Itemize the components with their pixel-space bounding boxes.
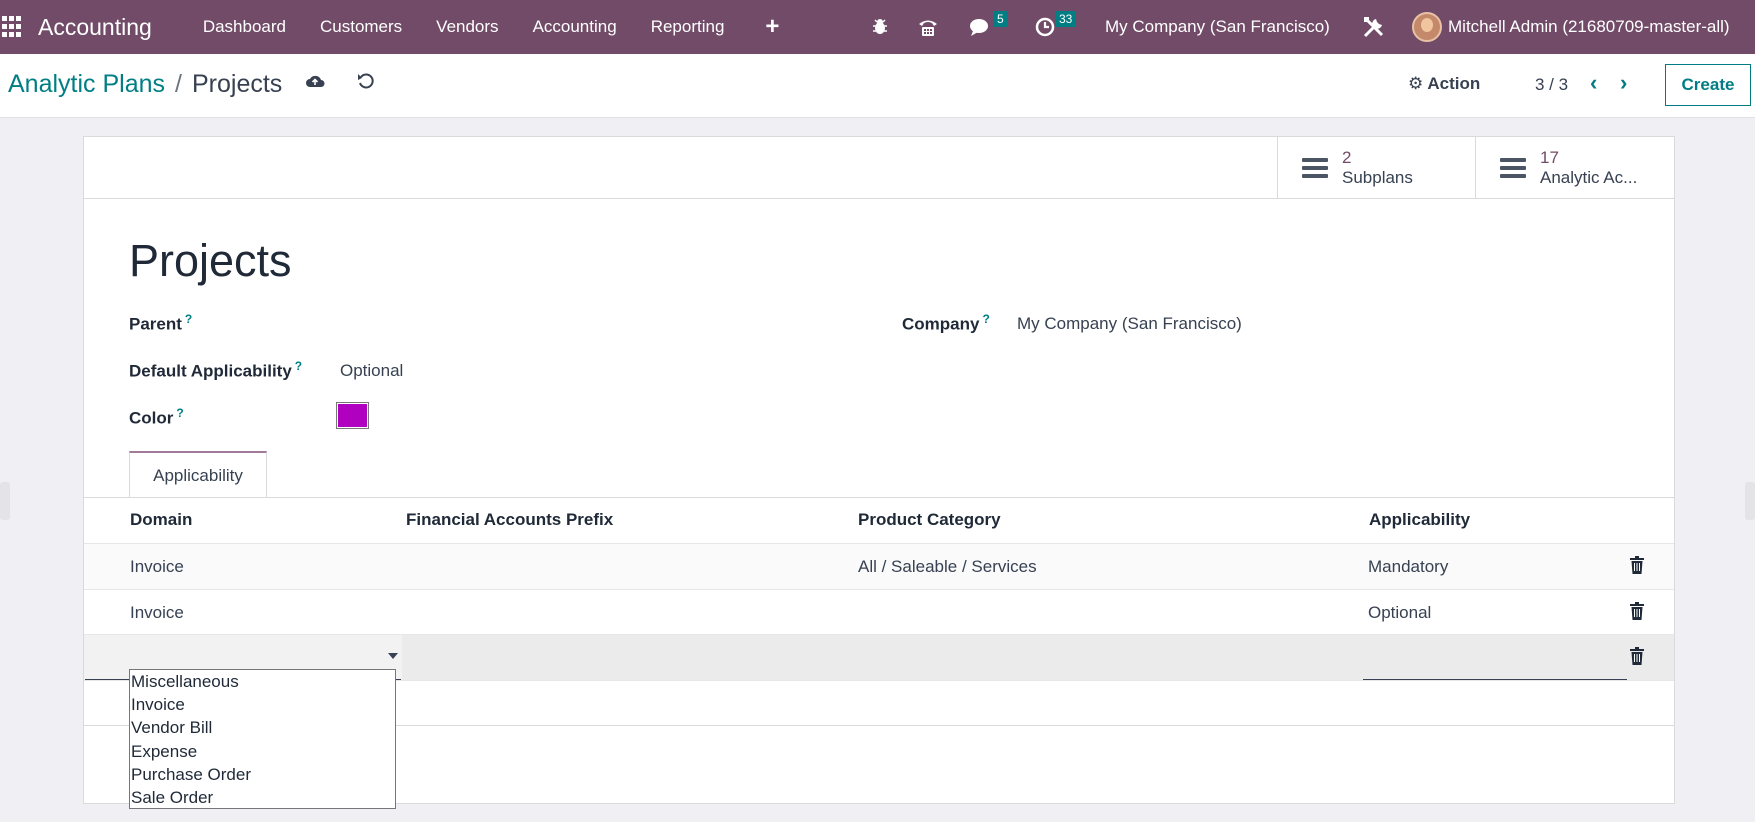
color-label: Color? [129,406,184,428]
dropdown-option-miscellaneous[interactable]: Miscellaneous [130,670,395,693]
default-applicability-label: Default Applicability? [129,359,303,381]
messages-count-badge: 5 [993,11,1008,27]
create-button[interactable]: Create [1665,64,1751,106]
dropdown-option-sale-order[interactable]: Sale Order [130,786,395,809]
tab-divider [84,497,1674,498]
column-header-product-category[interactable]: Product Category [858,510,1001,530]
phone-icon[interactable] [917,0,939,54]
list-icon [1500,154,1526,182]
domain-cell: Invoice [130,603,184,622]
plus-icon[interactable]: + [765,13,779,41]
analytic-accounts-count: 17 [1540,148,1559,167]
breadcrumb-analytic-plans[interactable]: Analytic Plans [8,70,165,99]
left-resize-handle[interactable] [0,482,10,520]
save-cloud-icon[interactable] [305,72,325,95]
breadcrumb: Analytic Plans / Projects [8,70,282,99]
domain-dropdown-list: Miscellaneous Invoice Vendor Bill Expens… [129,669,396,809]
dropdown-option-vendor-bill[interactable]: Vendor Bill [130,716,395,739]
action-menu-button[interactable]: ⚙ Action [1408,74,1480,94]
discard-undo-icon[interactable] [357,72,375,96]
pager-next-icon[interactable]: › [1620,70,1627,96]
subplans-count: 2 [1342,148,1352,167]
breadcrumb-current: Projects [191,70,283,98]
top-navbar: Accounting Dashboard Customers Vendors A… [0,0,1755,54]
table-row[interactable]: Invoice All / Saleable / Services Mandat… [84,543,1674,589]
smart-button-box: 2 Subplans 17 Analytic Ac... [84,137,1674,199]
domain-cell: Invoice [130,557,184,576]
parent-field[interactable] [336,313,756,335]
help-tooltip-icon[interactable]: ? [185,312,192,326]
user-name: Mitchell Admin (21680709-master-all) [1448,17,1730,36]
list-icon [1302,154,1328,182]
table-row[interactable]: Invoice Optional [84,589,1674,635]
messages-icon[interactable] [969,0,993,54]
menu-customers[interactable]: Customers [303,0,419,54]
menu-vendors[interactable]: Vendors [419,0,515,54]
help-tooltip-icon[interactable]: ? [982,312,989,326]
column-header-applicability[interactable]: Applicability [1369,510,1470,530]
right-resize-handle[interactable] [1745,482,1755,520]
applicability-cell: Mandatory [1368,557,1449,576]
parent-label: Parent? [129,312,193,334]
apps-menu-icon[interactable] [2,16,24,38]
trash-icon[interactable] [1630,556,1644,574]
tools-icon[interactable] [1362,0,1386,54]
subplans-label: Subplans [1342,168,1413,187]
menu-reporting[interactable]: Reporting [634,0,742,54]
breadcrumb-separator: / [175,70,182,98]
company-field[interactable]: My Company (San Francisco) [1017,314,1242,334]
color-picker[interactable] [336,402,369,429]
subplans-smart-button[interactable]: 2 Subplans [1277,137,1475,199]
analytic-accounts-smart-button[interactable]: 17 Analytic Ac... [1475,137,1674,199]
dropdown-option-expense[interactable]: Expense [130,740,395,763]
gear-icon: ⚙ [1408,74,1424,93]
tab-applicability[interactable]: Applicability [129,451,267,498]
app-name[interactable]: Accounting [38,14,152,41]
product-category-cell: All / Saleable / Services [858,557,1037,576]
company-switcher[interactable]: My Company (San Francisco) [1105,0,1330,54]
pager-previous-icon[interactable]: ‹ [1590,70,1597,96]
row-edit-background [402,635,1674,680]
menu-accounting[interactable]: Accounting [516,0,634,54]
user-menu[interactable]: Mitchell Admin (21680709-master-all) [1412,0,1730,54]
dropdown-option-purchase-order[interactable]: Purchase Order [130,763,395,786]
control-panel: Analytic Plans / Projects ⚙ Action 3 / 3… [0,54,1755,118]
record-title[interactable]: Projects [129,235,292,287]
trash-icon[interactable] [1630,602,1644,620]
help-tooltip-icon[interactable]: ? [295,359,302,373]
activities-icon[interactable] [1035,0,1055,54]
avatar [1412,12,1442,42]
bug-icon[interactable] [872,0,888,54]
column-header-financial-accounts-prefix[interactable]: Financial Accounts Prefix [406,510,613,530]
chevron-down-icon[interactable] [388,653,398,659]
trash-icon[interactable] [1630,647,1644,665]
pager-value[interactable]: 3 / 3 [1535,75,1568,95]
applicability-cell: Optional [1368,603,1432,622]
default-applicability-field[interactable]: Optional [340,361,403,381]
column-header-domain[interactable]: Domain [130,510,192,530]
analytic-accounts-label: Analytic Ac... [1540,168,1638,187]
main-menu: Dashboard Customers Vendors Accounting R… [186,0,742,54]
activities-count-badge: 33 [1055,11,1077,27]
menu-dashboard[interactable]: Dashboard [186,0,303,54]
help-tooltip-icon[interactable]: ? [176,406,183,420]
company-label: Company? [902,312,990,334]
action-label: Action [1427,74,1481,93]
dropdown-option-invoice[interactable]: Invoice [130,693,395,716]
